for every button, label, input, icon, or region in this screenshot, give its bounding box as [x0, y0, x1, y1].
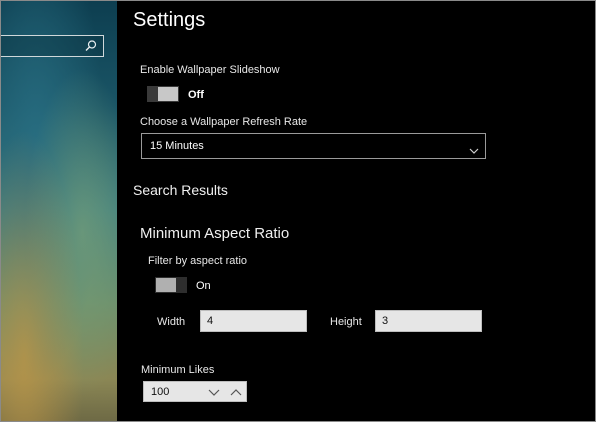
- min-likes-stepper[interactable]: 100: [143, 381, 247, 402]
- toggle-knob: [158, 87, 178, 101]
- search-results-heading: Search Results: [133, 182, 228, 198]
- chevron-up-icon[interactable]: [229, 385, 243, 399]
- search-input[interactable]: [1, 35, 104, 57]
- toggle-knob: [156, 278, 176, 292]
- chevron-down-icon: [469, 142, 479, 154]
- wallpaper-preview: [1, 1, 117, 421]
- aspect-filter-state: On: [196, 280, 211, 292]
- settings-panel: Settings Enable Wallpaper Slideshow Off …: [117, 1, 595, 421]
- height-label: Height: [330, 316, 362, 328]
- slideshow-toggle[interactable]: [147, 86, 179, 102]
- width-field[interactable]: 4: [200, 310, 307, 332]
- min-likes-value: 100: [151, 386, 170, 398]
- app-window: Settings Enable Wallpaper Slideshow Off …: [0, 0, 596, 422]
- width-label: Width: [157, 316, 186, 328]
- aspect-ratio-heading: Minimum Aspect Ratio: [140, 225, 290, 242]
- refresh-rate-dropdown[interactable]: 15 Minutes: [141, 133, 486, 159]
- page-title: Settings: [133, 9, 206, 31]
- slideshow-state: Off: [188, 89, 204, 101]
- refresh-rate-label: Choose a Wallpaper Refresh Rate: [140, 116, 308, 128]
- search-icon[interactable]: [84, 39, 98, 53]
- chevron-down-icon[interactable]: [207, 385, 221, 399]
- aspect-filter-toggle[interactable]: [155, 277, 187, 293]
- min-likes-label: Minimum Likes: [141, 364, 215, 376]
- slideshow-label: Enable Wallpaper Slideshow: [140, 64, 280, 76]
- aspect-filter-label: Filter by aspect ratio: [148, 255, 248, 267]
- height-field[interactable]: 3: [375, 310, 482, 332]
- refresh-rate-value: 15 Minutes: [150, 140, 204, 152]
